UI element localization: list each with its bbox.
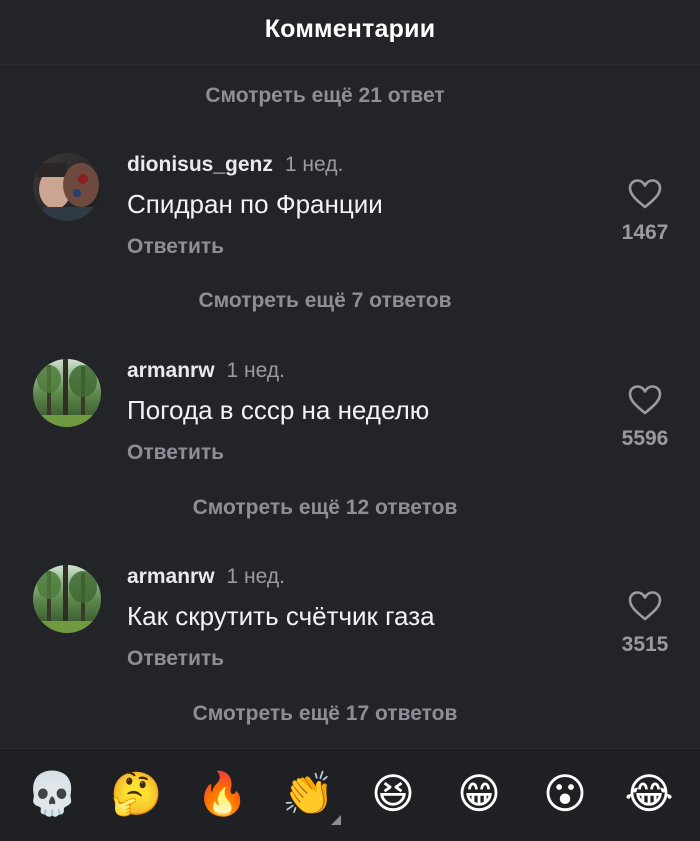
view-more-replies-link[interactable]: Смотреть ещё 12 ответов: [0, 496, 650, 520]
heart-icon[interactable]: [628, 385, 662, 415]
avatar[interactable]: [33, 359, 101, 427]
reply-button[interactable]: Ответить: [127, 441, 224, 465]
avatar[interactable]: [33, 565, 101, 633]
beaming-face-emoji[interactable]: 😁: [454, 769, 504, 819]
view-more-replies-link[interactable]: Смотреть ещё 21 ответ: [0, 84, 650, 108]
timestamp: 1 нед.: [226, 359, 285, 382]
username[interactable]: armanrw: [127, 359, 215, 382]
grinning-squinting-face-emoji[interactable]: 😆: [368, 769, 418, 819]
avatar-forest-photo: [33, 565, 101, 633]
page-title: Комментарии: [264, 14, 436, 43]
expand-indicator-icon[interactable]: [331, 815, 341, 825]
fire-emoji[interactable]: 🔥: [196, 769, 248, 819]
thinking-face-emoji[interactable]: 🤔: [110, 769, 162, 819]
reply-button[interactable]: Ответить: [127, 235, 224, 259]
like-count: 1467: [621, 221, 669, 244]
tears-of-joy-emoji[interactable]: 😂: [624, 769, 674, 819]
comment-item: armanrw 1 нед. Погода в ссср на неделю От…: [0, 359, 700, 479]
heart-icon[interactable]: [628, 591, 662, 621]
like-count: 3515: [621, 633, 669, 656]
header: Комментарии: [0, 0, 700, 58]
clapping-hands-emoji[interactable]: 👏: [282, 769, 334, 819]
skull-emoji[interactable]: 💀: [26, 769, 78, 819]
comment-meta: armanrw 1 нед.: [127, 565, 285, 589]
comment-item: dionisus_genz 1 нед. Спидран по Франции О…: [0, 153, 700, 273]
view-more-replies-link[interactable]: Смотреть ещё 17 ответов: [0, 702, 650, 726]
avatar[interactable]: [33, 153, 101, 221]
timestamp: 1 нед.: [226, 565, 285, 588]
username[interactable]: armanrw: [127, 565, 215, 588]
astonished-face-emoji[interactable]: 😮: [540, 769, 590, 819]
username[interactable]: dionisus_genz: [127, 153, 273, 176]
like-count: 5596: [621, 427, 669, 450]
comment-text: Спидран по Франции: [127, 189, 383, 219]
emoji-bar: 💀 🤔 🔥 👏 😆 😁 😮 😂: [0, 748, 700, 841]
avatar-face-photo: [33, 153, 101, 221]
comment-item: armanrw 1 нед. Как скрутить счётчик газа …: [0, 565, 700, 685]
view-more-replies-link[interactable]: Смотреть ещё 7 ответов: [0, 289, 650, 313]
heart-icon[interactable]: [628, 179, 662, 209]
comment-meta: armanrw 1 нед.: [127, 359, 285, 383]
comment-text: Как скрутить счётчик газа: [127, 601, 435, 631]
timestamp: 1 нед.: [284, 153, 344, 176]
comment-text: Погода в ссср на неделю: [127, 395, 430, 425]
avatar-forest-photo: [33, 359, 101, 427]
header-divider: [0, 64, 700, 65]
reply-button[interactable]: Ответить: [127, 647, 224, 671]
comment-meta: dionisus_genz 1 нед.: [127, 153, 343, 177]
